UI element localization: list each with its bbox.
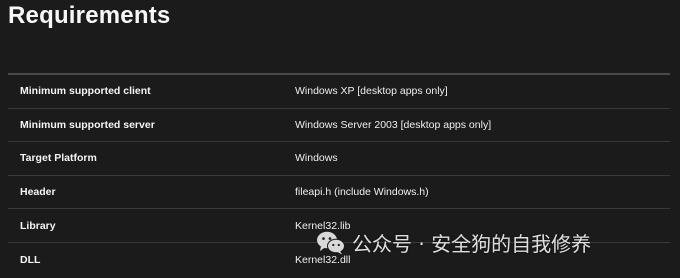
row-key: Header [20, 186, 56, 199]
row-key: Target Platform [20, 152, 97, 165]
row-value: Windows [295, 152, 338, 165]
wechat-icon [317, 231, 345, 254]
table-row: Header fileapi.h (include Windows.h) [8, 176, 670, 210]
row-key: Library [20, 219, 56, 232]
table-row: Minimum supported server Windows Server … [8, 109, 670, 143]
row-key: Minimum supported server [20, 118, 155, 131]
row-value: fileapi.h (include Windows.h) [295, 186, 429, 199]
watermark: 公众号 · 安全狗的自我修养 [316, 228, 591, 257]
section-title: Requirements [8, 2, 171, 29]
requirements-page: Requirements Minimum supported client Wi… [0, 0, 680, 278]
row-key: Minimum supported client [20, 85, 151, 98]
row-key: DLL [20, 253, 41, 266]
table-row: Target Platform Windows [8, 142, 670, 176]
row-value: Windows XP [desktop apps only] [295, 85, 448, 98]
watermark-text: 公众号 · 安全狗的自我修养 [352, 232, 592, 256]
table-row: Minimum supported client Windows XP [des… [8, 75, 670, 109]
row-value: Windows Server 2003 [desktop apps only] [295, 118, 492, 131]
